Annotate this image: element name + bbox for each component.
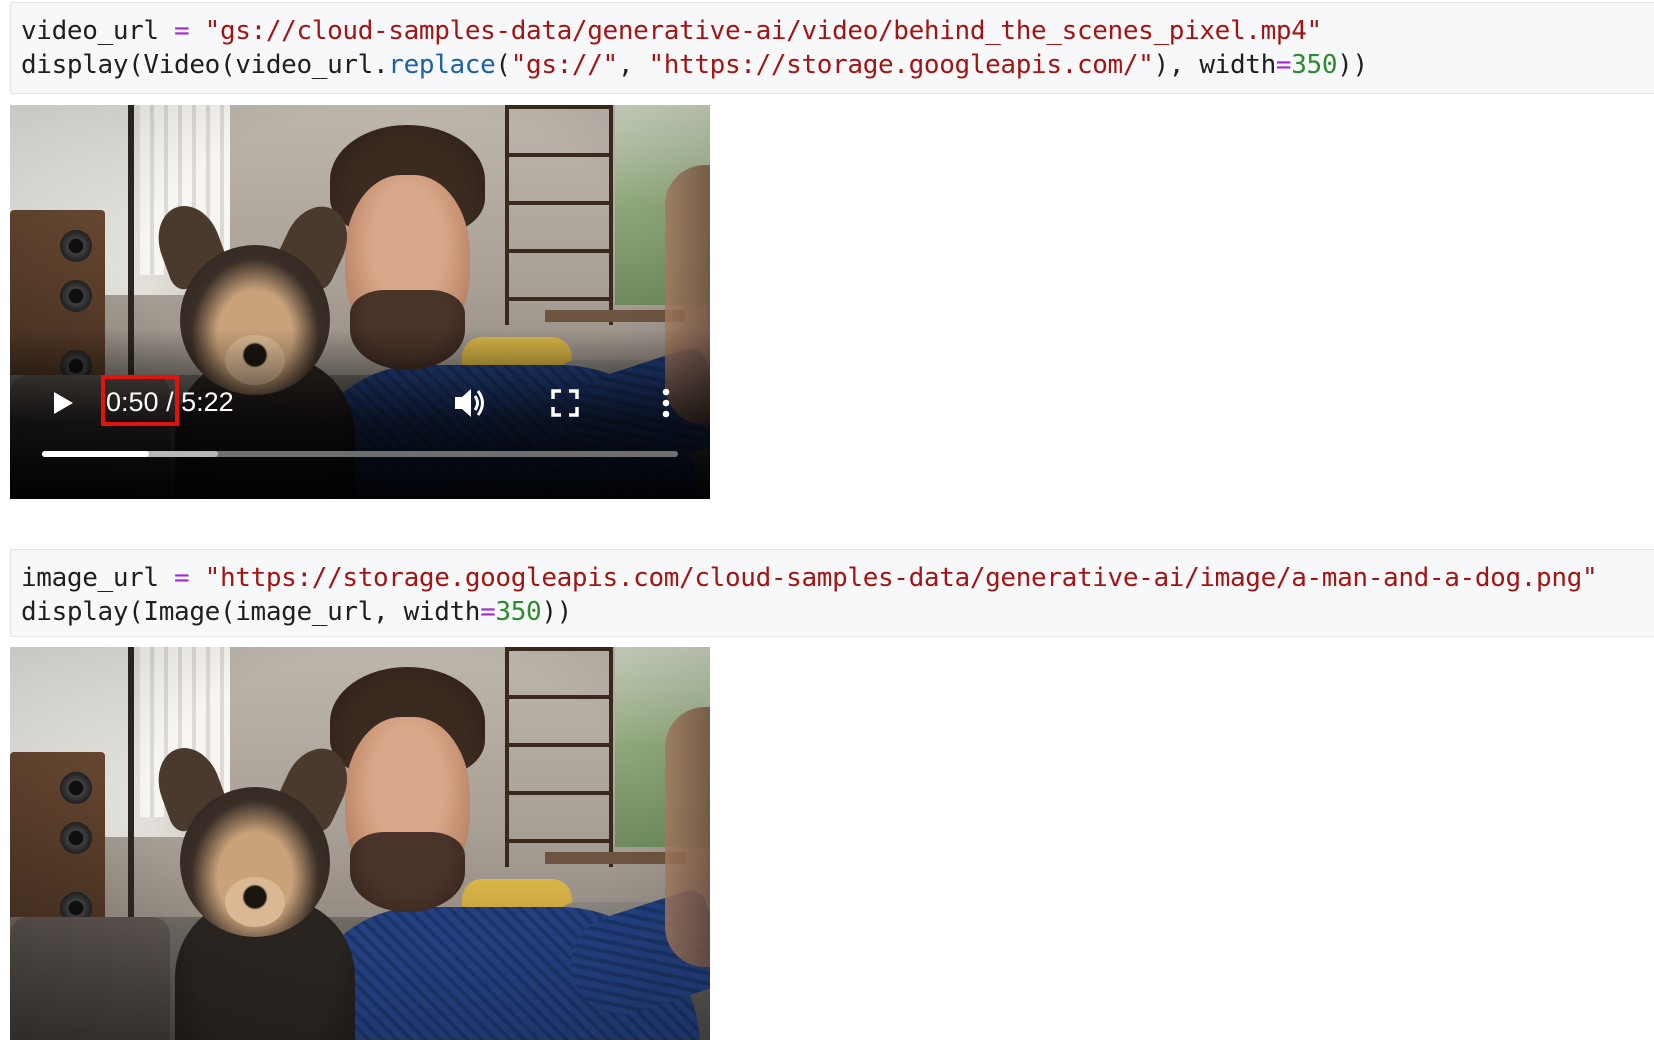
code-operator: = xyxy=(480,597,496,627)
code-string: "https://storage.googleapis.com/" xyxy=(648,50,1154,80)
output-image xyxy=(10,647,710,1040)
code-text: display(Image(image_url, width xyxy=(21,597,481,627)
code-text: , xyxy=(617,50,649,80)
code-operator: = xyxy=(158,563,205,593)
fullscreen-icon[interactable] xyxy=(550,388,580,418)
video-player[interactable]: 0:50 / 5:22 xyxy=(10,105,710,499)
code-text: display(Video(video_url. xyxy=(21,50,389,80)
code-variable: image_url xyxy=(21,563,159,593)
code-line: video_url = "gs://cloud-samples-data/gen… xyxy=(21,14,1644,48)
code-number: 350 xyxy=(1291,50,1338,80)
more-options-icon[interactable] xyxy=(660,385,672,421)
code-line: display(Image(image_url, width=350)) xyxy=(21,595,1644,629)
code-string: "gs://cloud-samples-data/generative-ai/v… xyxy=(204,16,1323,46)
code-cell-image[interactable]: image_url = "https://storage.googleapis.… xyxy=(10,549,1654,637)
code-text: )) xyxy=(541,597,572,627)
code-string: "https://storage.googleapis.com/cloud-sa… xyxy=(204,563,1598,593)
current-time-highlight xyxy=(101,375,179,426)
code-number: 350 xyxy=(495,597,542,627)
code-operator: = xyxy=(1275,50,1292,80)
duration: 5:22 xyxy=(181,387,234,417)
code-text: ), width xyxy=(1153,50,1276,80)
code-string: "gs://" xyxy=(510,50,618,80)
code-line: image_url = "https://storage.googleapis.… xyxy=(21,561,1644,595)
code-operator: = xyxy=(158,16,205,46)
code-method: replace xyxy=(388,50,496,80)
code-text: ( xyxy=(495,50,511,80)
image-frame xyxy=(10,647,710,1040)
volume-icon[interactable] xyxy=(452,385,490,421)
code-line: display(Video(video_url.replace("gs://",… xyxy=(21,48,1644,82)
code-text: )) xyxy=(1337,50,1368,80)
play-icon[interactable] xyxy=(48,388,78,418)
code-variable: video_url xyxy=(21,16,159,46)
code-cell-video[interactable]: video_url = "gs://cloud-samples-data/gen… xyxy=(10,2,1654,94)
played-bar xyxy=(42,451,150,457)
progress-bar[interactable] xyxy=(42,451,678,457)
